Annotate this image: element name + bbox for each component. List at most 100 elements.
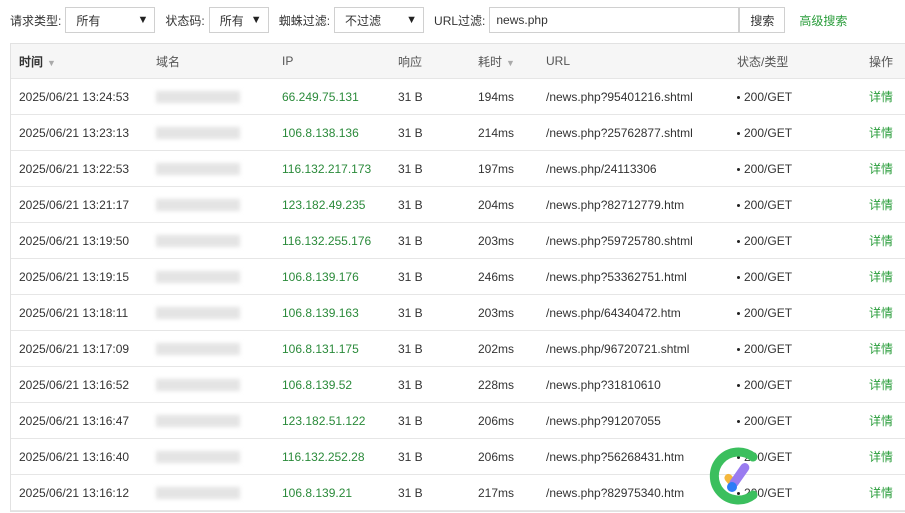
bullet-icon [737, 419, 740, 423]
bullet-icon [737, 347, 740, 351]
cell-time: 2025/06/21 13:24:53 [19, 89, 130, 104]
cell-time: 2025/06/21 13:17:09 [19, 341, 130, 356]
details-link[interactable]: 详情 [869, 304, 893, 321]
bullet-icon [737, 311, 740, 315]
details-link[interactable]: 详情 [869, 376, 893, 393]
cell-domain-redacted [156, 307, 240, 319]
status-text: 200/GET [744, 485, 793, 500]
request-type-label: 请求类型: [10, 13, 62, 28]
spider-select[interactable]: 不过滤 ▼ [334, 7, 425, 33]
cell-response: 31 B [398, 233, 423, 248]
cell-url: /news.php?82712779.htm [546, 197, 685, 212]
cell-duration: 194ms [478, 89, 515, 104]
details-link[interactable]: 详情 [869, 340, 893, 357]
caret-down-icon: ▼ [250, 14, 262, 26]
bullet-icon [737, 131, 740, 135]
cell-ip: 66.249.75.131 [282, 89, 359, 104]
cell-time: 2025/06/21 13:16:52 [19, 377, 130, 392]
col-ip: IP [282, 54, 294, 68]
table-row: 2025/06/21 13:21:17 123.182.49.235 31 B … [11, 187, 905, 223]
cell-duration: 203ms [478, 233, 515, 248]
details-link[interactable]: 详情 [869, 268, 893, 285]
table-row: 2025/06/21 13:19:50 116.132.255.176 31 B… [11, 223, 905, 259]
table-row: 2025/06/21 13:18:11 106.8.139.163 31 B 2… [11, 295, 905, 331]
request-type-select[interactable]: 所有 ▼ [65, 7, 156, 33]
url-filter-input[interactable]: news.php [489, 7, 740, 33]
search-button[interactable]: 搜索 [739, 7, 786, 33]
log-table: 时间 ▼ 域名 IP 响应 耗时 ▼ URL 状态/类型 操作 2025/06/21… [10, 43, 905, 512]
cell-status: 200/GET [737, 342, 792, 356]
request-type-value: 所有 [76, 13, 101, 28]
status-text: 200/GET [744, 89, 793, 104]
status-value: 所有 [219, 13, 244, 28]
table-row: 2025/06/21 13:19:15 106.8.139.176 31 B 2… [11, 259, 905, 295]
col-duration[interactable]: 耗时 ▼ [478, 53, 515, 70]
cell-response: 31 B [398, 125, 423, 140]
col-duration-label: 耗时 [478, 54, 503, 69]
status-text: 200/GET [744, 197, 793, 212]
col-domain: 域名 [156, 54, 181, 69]
cell-time: 2025/06/21 13:23:13 [19, 125, 130, 140]
details-link[interactable]: 详情 [869, 448, 893, 465]
cell-time: 2025/06/21 13:19:50 [19, 233, 130, 248]
cell-status: 200/GET [737, 450, 792, 464]
caret-down-icon: ▼ [406, 14, 418, 26]
cell-response: 31 B [398, 305, 423, 320]
col-action: 操作 [869, 54, 894, 69]
cell-ip: 106.8.139.176 [282, 269, 359, 284]
sort-icon: ▼ [506, 57, 515, 68]
cell-domain-redacted [156, 271, 240, 283]
details-link[interactable]: 详情 [869, 196, 893, 213]
cell-status: 200/GET [737, 306, 792, 320]
status-text: 200/GET [744, 269, 793, 284]
cell-duration: 206ms [478, 449, 515, 464]
cell-time: 2025/06/21 13:16:47 [19, 413, 130, 428]
status-text: 200/GET [744, 233, 793, 248]
cell-status: 200/GET [737, 270, 792, 284]
cell-url: /news.php?31810610 [546, 377, 661, 392]
details-link[interactable]: 详情 [869, 412, 893, 429]
status-select[interactable]: 所有 ▼ [208, 7, 269, 33]
status-text: 200/GET [744, 377, 793, 392]
status-label: 状态码: [165, 13, 205, 28]
cell-ip: 106.8.139.21 [282, 485, 353, 500]
details-link[interactable]: 详情 [869, 88, 893, 105]
details-link[interactable]: 详情 [869, 484, 893, 501]
details-link[interactable]: 详情 [869, 232, 893, 249]
cell-url: /news.php?91207055 [546, 413, 661, 428]
cell-ip: 123.182.51.122 [282, 413, 366, 428]
cell-domain-redacted [156, 127, 240, 139]
table-row: 2025/06/21 13:16:52 106.8.139.52 31 B 22… [11, 367, 905, 403]
cell-duration: 206ms [478, 413, 515, 428]
cell-duration: 214ms [478, 125, 515, 140]
cell-time: 2025/06/21 13:19:15 [19, 269, 130, 284]
details-link[interactable]: 详情 [869, 160, 893, 177]
filter-bar: 请求类型: 所有 ▼ 状态码: 所有 ▼ 蜘蛛过滤: 不过滤 ▼ URL过滤: new… [0, 6, 847, 34]
cell-status: 200/GET [737, 198, 792, 212]
table-row: 2025/06/21 13:17:09 106.8.131.175 31 B 2… [11, 331, 905, 367]
details-link[interactable]: 详情 [869, 124, 893, 141]
col-status: 状态/类型 [737, 54, 789, 69]
col-time[interactable]: 时间 ▼ [19, 53, 56, 70]
cell-duration: 197ms [478, 161, 515, 176]
status-text: 200/GET [744, 305, 793, 320]
bullet-icon [737, 203, 740, 207]
cell-ip: 116.132.255.176 [282, 233, 372, 248]
cell-duration: 246ms [478, 269, 515, 284]
cell-time: 2025/06/21 13:18:11 [19, 305, 129, 320]
cell-domain-redacted [156, 199, 240, 211]
spider-value: 不过滤 [345, 13, 382, 28]
cell-ip: 116.132.252.28 [282, 449, 365, 464]
cell-domain-redacted [156, 379, 240, 391]
cell-url: /news.php?82975340.htm [546, 485, 685, 500]
table-row: 2025/06/21 13:16:40 116.132.252.28 31 B … [11, 439, 905, 475]
cell-url: /news.php?59725780.shtml [546, 233, 693, 248]
cell-domain-redacted [156, 451, 240, 463]
cell-domain-redacted [156, 343, 240, 355]
bullet-icon [737, 95, 740, 99]
status-text: 200/GET [744, 413, 793, 428]
table-row: 2025/06/21 13:24:53 66.249.75.131 31 B 1… [11, 79, 905, 115]
table-row: 2025/06/21 13:22:53 116.132.217.173 31 B… [11, 151, 905, 187]
cell-ip: 106.8.131.175 [282, 341, 359, 356]
advanced-search-link[interactable]: 高级搜索 [799, 12, 847, 29]
